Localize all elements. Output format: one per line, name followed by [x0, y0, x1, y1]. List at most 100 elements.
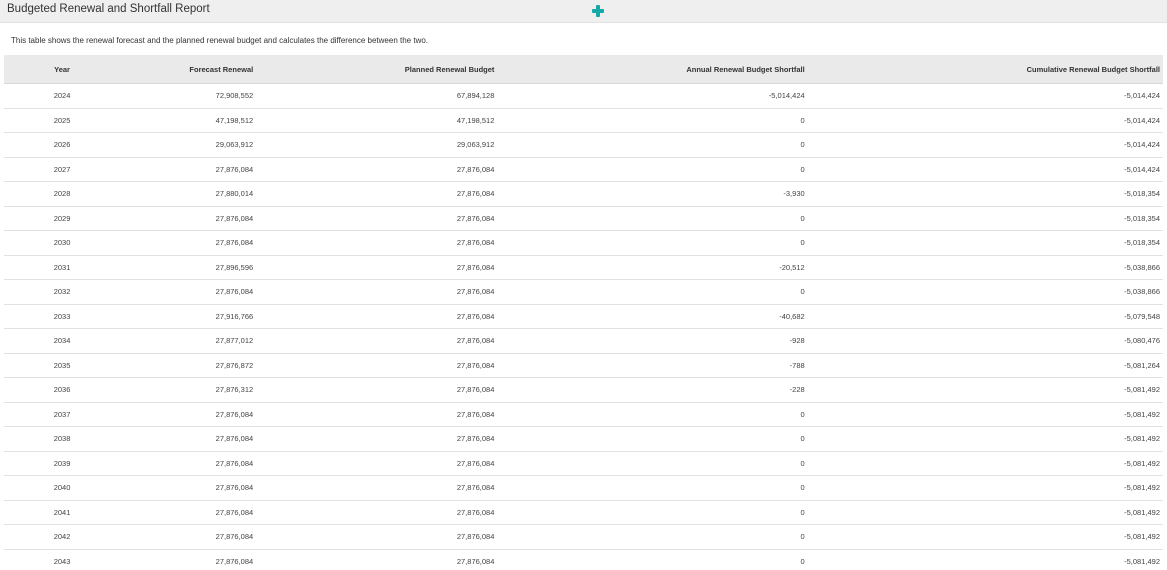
cell-cumulative-shortfall: -5,081,492: [804, 475, 1163, 501]
table-header-row: Year Forecast Renewal Planned Renewal Bu…: [4, 55, 1163, 84]
cell-forecast-renewal: 27,916,766: [120, 304, 254, 329]
table-body: 2024 72,908,552 67,894,128 -5,014,424 -5,014…: [4, 83, 1163, 570]
table-row: 2039 27,876,084 27,876,084 0 -5,081,492: [4, 451, 1163, 476]
cell-planned-renewal-budget: 27,876,084: [253, 206, 495, 231]
cell-forecast-renewal: 27,876,084: [120, 549, 254, 570]
cell-annual-shortfall: 0: [494, 206, 805, 231]
cell-cumulative-shortfall: -5,018,354: [804, 206, 1163, 231]
table-row: 2026 29,063,912 29,063,912 0 -5,014,424: [4, 132, 1163, 158]
cell-planned-renewal-budget: 67,894,128: [253, 83, 495, 109]
cell-annual-shortfall: -5,014,424: [494, 83, 805, 109]
cell-planned-renewal-budget: 27,876,084: [253, 181, 495, 207]
cell-cumulative-shortfall: -5,081,492: [804, 377, 1163, 403]
cell-planned-renewal-budget: 27,876,084: [253, 475, 495, 501]
cell-year: 2032: [4, 279, 121, 305]
cell-forecast-renewal: 27,876,084: [120, 500, 254, 525]
column-header-planned-renewal-budget[interactable]: Planned Renewal Budget: [253, 55, 495, 84]
column-header-forecast-renewal[interactable]: Forecast Renewal: [120, 55, 254, 84]
cell-cumulative-shortfall: -5,081,492: [804, 549, 1163, 570]
cell-year: 2038: [4, 426, 121, 452]
cell-planned-renewal-budget: 27,876,084: [253, 328, 495, 354]
cell-annual-shortfall: -928: [494, 328, 805, 354]
cell-year: 2039: [4, 451, 121, 476]
cell-year: 2028: [4, 181, 121, 207]
cell-cumulative-shortfall: -5,018,354: [804, 230, 1163, 256]
cell-annual-shortfall: 0: [494, 451, 805, 476]
table-row: 2034 27,877,012 27,876,084 -928 -5,080,476: [4, 328, 1163, 354]
cell-planned-renewal-budget: 27,876,084: [253, 451, 495, 476]
cell-year: 2031: [4, 255, 121, 280]
report-title: Budgeted Renewal and Shortfall Report: [7, 3, 210, 15]
table-row: 2035 27,876,872 27,876,084 -788 -5,081,264: [4, 353, 1163, 378]
cell-year: 2024: [4, 83, 121, 109]
cell-annual-shortfall: 0: [494, 279, 805, 305]
cell-year: 2042: [4, 524, 121, 550]
cell-planned-renewal-budget: 27,876,084: [253, 279, 495, 305]
cell-year: 2027: [4, 157, 121, 182]
cell-year: 2033: [4, 304, 121, 329]
cell-annual-shortfall: 0: [494, 132, 805, 158]
cell-forecast-renewal: 27,876,084: [120, 402, 254, 427]
cell-forecast-renewal: 29,063,912: [120, 132, 254, 158]
table-row: 2040 27,876,084 27,876,084 0 -5,081,492: [4, 475, 1163, 501]
table-row: 2042 27,876,084 27,876,084 0 -5,081,492: [4, 524, 1163, 550]
cell-cumulative-shortfall: -5,018,354: [804, 181, 1163, 207]
cell-annual-shortfall: 0: [494, 524, 805, 550]
cell-annual-shortfall: 0: [494, 549, 805, 570]
cell-cumulative-shortfall: -5,081,492: [804, 500, 1163, 525]
cell-planned-renewal-budget: 47,198,512: [253, 108, 495, 133]
column-header-annual-shortfall[interactable]: Annual Renewal Budget Shortfall: [494, 55, 805, 84]
cell-planned-renewal-budget: 27,876,084: [253, 255, 495, 280]
cell-annual-shortfall: 0: [494, 230, 805, 256]
column-header-year[interactable]: Year: [4, 55, 121, 84]
table-row: 2038 27,876,084 27,876,084 0 -5,081,492: [4, 426, 1163, 452]
cell-year: 2035: [4, 353, 121, 378]
cell-year: 2036: [4, 377, 121, 403]
cell-cumulative-shortfall: -5,038,866: [804, 255, 1163, 280]
cell-cumulative-shortfall: -5,080,476: [804, 328, 1163, 354]
cell-forecast-renewal: 27,876,084: [120, 524, 254, 550]
cell-year: 2029: [4, 206, 121, 231]
cell-year: 2037: [4, 402, 121, 427]
cell-year: 2034: [4, 328, 121, 354]
cell-forecast-renewal: 27,876,084: [120, 206, 254, 231]
cell-year: 2040: [4, 475, 121, 501]
cell-year: 2025: [4, 108, 121, 133]
cell-cumulative-shortfall: -5,079,548: [804, 304, 1163, 329]
cell-annual-shortfall: 0: [494, 157, 805, 182]
cell-planned-renewal-budget: 27,876,084: [253, 402, 495, 427]
cell-cumulative-shortfall: -5,014,424: [804, 132, 1163, 158]
panel-header: Budgeted Renewal and Shortfall Report: [0, 0, 1167, 23]
cell-cumulative-shortfall: -5,081,492: [804, 451, 1163, 476]
cell-annual-shortfall: -20,512: [494, 255, 805, 280]
cell-annual-shortfall: -788: [494, 353, 805, 378]
table-row: 2028 27,880,014 27,876,084 -3,930 -5,018,354: [4, 181, 1163, 207]
cell-annual-shortfall: 0: [494, 475, 805, 501]
table-row: 2024 72,908,552 67,894,128 -5,014,424 -5,014…: [4, 83, 1163, 109]
cell-forecast-renewal: 27,876,084: [120, 451, 254, 476]
cell-forecast-renewal: 72,908,552: [120, 83, 254, 109]
table-row: 2032 27,876,084 27,876,084 0 -5,038,866: [4, 279, 1163, 305]
table-row: 2043 27,876,084 27,876,084 0 -5,081,492: [4, 549, 1163, 570]
cell-year: 2041: [4, 500, 121, 525]
cell-planned-renewal-budget: 27,876,084: [253, 500, 495, 525]
cell-planned-renewal-budget: 27,876,084: [253, 549, 495, 570]
cell-forecast-renewal: 27,877,012: [120, 328, 254, 354]
table-row: 2036 27,876,312 27,876,084 -228 -5,081,492: [4, 377, 1163, 403]
cell-annual-shortfall: 0: [494, 108, 805, 133]
table-row: 2031 27,896,596 27,876,084 -20,512 -5,038,86…: [4, 255, 1163, 280]
table-row: 2041 27,876,084 27,876,084 0 -5,081,492: [4, 500, 1163, 525]
renewal-table: Year Forecast Renewal Planned Renewal Bu…: [4, 55, 1163, 570]
cell-planned-renewal-budget: 27,876,084: [253, 426, 495, 452]
cell-forecast-renewal: 27,876,872: [120, 353, 254, 378]
table-row: 2029 27,876,084 27,876,084 0 -5,018,354: [4, 206, 1163, 231]
cell-annual-shortfall: -228: [494, 377, 805, 403]
cell-planned-renewal-budget: 27,876,084: [253, 157, 495, 182]
report-panel: Budgeted Renewal and Shortfall Report Th…: [0, 0, 1167, 570]
cell-forecast-renewal: 27,880,014: [120, 181, 254, 207]
cell-cumulative-shortfall: -5,014,424: [804, 108, 1163, 133]
plus-icon[interactable]: [591, 4, 605, 18]
cell-annual-shortfall: 0: [494, 402, 805, 427]
cell-year: 2026: [4, 132, 121, 158]
column-header-cumulative-shortfall[interactable]: Cumulative Renewal Budget Shortfall: [804, 55, 1163, 84]
